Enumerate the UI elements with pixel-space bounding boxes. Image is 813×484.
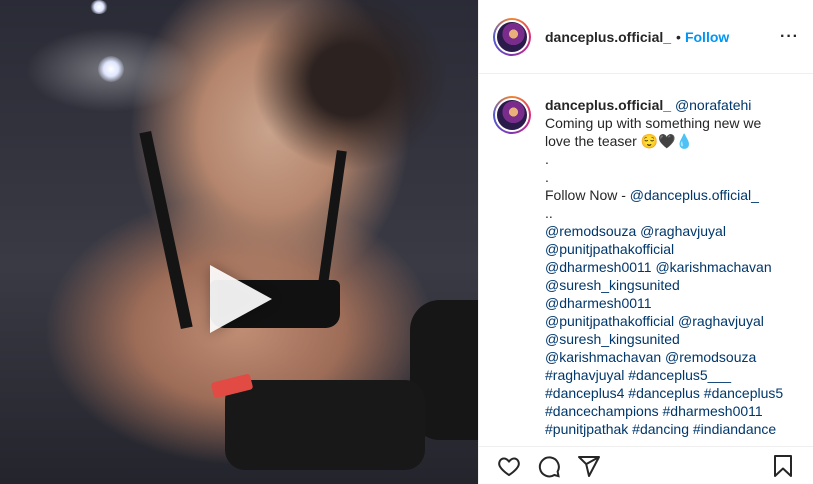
mention-links[interactable]: @suresh_kingsunited: [545, 276, 785, 294]
stage-light: [98, 56, 124, 82]
mention-links[interactable]: @suresh_kingsunited: [545, 330, 785, 348]
caption-line: .: [545, 151, 549, 167]
caption-line: danceplus.official_ @norafatehi: [545, 96, 785, 114]
caption-line: love the teaser 😌🖤💧: [545, 133, 694, 149]
mention-links[interactable]: @remodsouza @raghavjuyal: [545, 222, 785, 240]
post-video[interactable]: [0, 0, 478, 484]
mention-links[interactable]: @punitjpathakofficial: [545, 240, 785, 258]
more-options-icon[interactable]: ···: [780, 28, 799, 46]
hashtag-links[interactable]: #danceplus4 #danceplus #danceplus5: [545, 384, 785, 402]
caption-line: Follow Now - @danceplus.official_: [545, 186, 785, 204]
hashtag-links[interactable]: #raghavjuyal #danceplus5___: [545, 366, 785, 384]
play-icon[interactable]: [210, 265, 272, 333]
mention-links[interactable]: @punitjpathakofficial @raghavjuyal: [545, 312, 785, 330]
heart-icon[interactable]: [495, 452, 523, 480]
caption-text: danceplus.official_ @norafatehi Coming u…: [545, 96, 785, 438]
follow-button[interactable]: Follow: [685, 29, 729, 45]
mention-link[interactable]: @danceplus.official_: [630, 187, 759, 203]
paper-plane-icon[interactable]: [575, 452, 603, 480]
avatar-image: [495, 19, 529, 54]
separator-dot: •: [676, 28, 681, 45]
hashtag-links[interactable]: #dancechampions #dharmesh0011: [545, 402, 785, 420]
stage-light: [90, 0, 108, 14]
avatar[interactable]: [493, 17, 531, 56]
caption-username[interactable]: danceplus.official_: [545, 97, 671, 113]
caption-avatar[interactable]: [493, 96, 531, 134]
bookmark-icon[interactable]: [769, 452, 797, 480]
video-subject-shorts: [225, 380, 425, 470]
post-header: danceplus.official_ • Follow ···: [479, 0, 813, 74]
caption-line: ..: [545, 205, 553, 221]
mention-links[interactable]: @dharmesh0011: [545, 294, 785, 312]
video-subject-hair: [200, 0, 460, 220]
mention-links[interactable]: @karishmachavan @remodsouza: [545, 348, 785, 366]
post-actions-bar: [479, 446, 813, 484]
hashtag-links[interactable]: #punitjpathak #dancing #indiandance: [545, 420, 785, 438]
post-side-panel: danceplus.official_ • Follow ··· dancepl…: [478, 0, 813, 484]
caption: danceplus.official_ @norafatehi Coming u…: [493, 96, 803, 446]
caption-line: .: [545, 169, 549, 185]
post-username[interactable]: danceplus.official_: [545, 29, 671, 45]
avatar-image: [495, 98, 529, 132]
mention-links[interactable]: @dharmesh0011 @karishmachavan: [545, 258, 785, 276]
comment-icon[interactable]: [535, 452, 563, 480]
mention-link[interactable]: @norafatehi: [675, 97, 751, 113]
follow-now-text: Follow Now -: [545, 187, 630, 203]
caption-line: Coming up with something new we: [545, 115, 762, 131]
